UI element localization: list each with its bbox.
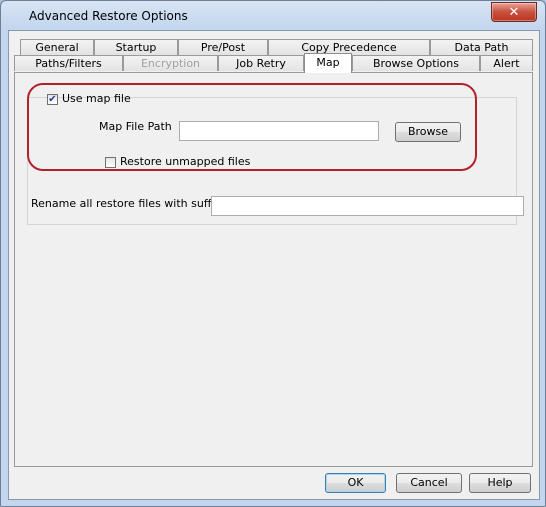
tab-data-path[interactable]: Data Path	[430, 39, 533, 55]
annotation-highlight	[27, 83, 477, 171]
dialog-client-area: General Startup Pre/Post Copy Precedence…	[8, 30, 540, 500]
tab-job-retry[interactable]: Job Retry	[218, 55, 304, 71]
tab-map[interactable]: Map	[304, 53, 352, 73]
tab-pre-post[interactable]: Pre/Post	[178, 39, 268, 55]
tab-browse-options[interactable]: Browse Options	[352, 55, 480, 71]
dialog-window: Advanced Restore Options ✕ General Start…	[0, 0, 546, 507]
title-bar[interactable]: Advanced Restore Options ✕	[1, 1, 545, 31]
tab-general[interactable]: General	[20, 39, 94, 55]
close-icon: ✕	[508, 4, 520, 20]
tab-startup[interactable]: Startup	[94, 39, 178, 55]
help-button[interactable]: Help	[469, 473, 531, 493]
tab-alert[interactable]: Alert	[480, 55, 533, 71]
close-button[interactable]: ✕	[491, 2, 537, 22]
rename-suffix-input[interactable]	[211, 196, 524, 216]
cancel-button[interactable]: Cancel	[396, 473, 462, 493]
tab-encryption[interactable]: Encryption	[123, 55, 218, 71]
tab-paths-filters[interactable]: Paths/Filters	[14, 55, 123, 71]
rename-suffix-label: Rename all restore files with suffix	[31, 197, 221, 210]
ok-button[interactable]: OK	[325, 473, 386, 493]
window-title: Advanced Restore Options	[29, 9, 188, 23]
